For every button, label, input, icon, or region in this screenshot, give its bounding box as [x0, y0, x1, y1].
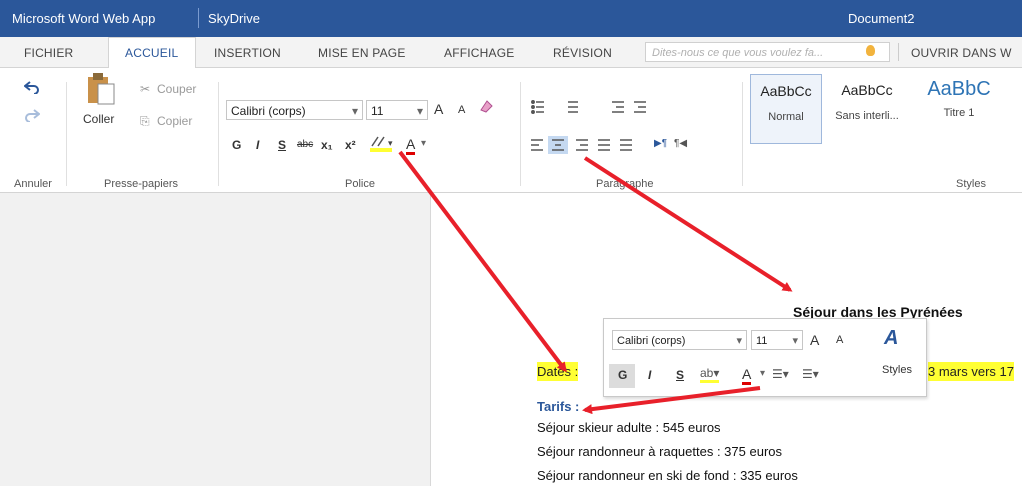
style-titre-1[interactable]: AaBbC Titre 1 — [914, 74, 1004, 142]
group-label-presse-papiers: Presse-papiers — [104, 178, 178, 190]
title-bar: Microsoft Word Web App SkyDrive Document… — [0, 0, 1022, 37]
font-name-value: Calibri (corps) — [617, 335, 686, 347]
chevron-down-icon[interactable]: ▾ — [421, 138, 426, 149]
style-sample: AaBbCc — [760, 83, 812, 99]
font-size-value: 11 — [371, 104, 384, 118]
font-color-button[interactable]: A — [742, 366, 752, 385]
left-margin-area — [0, 193, 430, 486]
tab-insertion[interactable]: INSERTION — [214, 46, 281, 60]
clear-format-icon[interactable] — [478, 98, 494, 114]
mini-size-dropdown[interactable]: 11 ▾ — [751, 330, 803, 350]
tell-me-search[interactable]: Dites-nous ce que vous voulez fa... — [645, 42, 890, 62]
group-divider — [520, 82, 521, 186]
copy-button[interactable]: Copier — [157, 114, 192, 128]
font-size-value: 11 — [756, 335, 768, 347]
alignment-buttons-icon[interactable] — [528, 136, 648, 154]
tarif-line: Séjour skieur adulte : 545 euros — [537, 420, 721, 435]
bold-button[interactable]: G — [232, 138, 241, 152]
underline-button[interactable]: S — [278, 138, 286, 152]
group-label-police: Police — [345, 178, 375, 190]
tab-affichage[interactable]: AFFICHAGE — [444, 46, 514, 60]
group-divider — [742, 82, 743, 186]
redo-icon[interactable] — [24, 108, 40, 122]
font-size-dropdown[interactable]: 11 ▾ — [366, 100, 428, 120]
shrink-font-button[interactable]: A — [836, 334, 843, 346]
styles-icon[interactable]: A — [884, 327, 898, 350]
tab-accueil[interactable]: ACCUEIL — [125, 46, 178, 60]
copy-icon[interactable]: ⎘ — [140, 114, 150, 129]
dates-label: Dates : — [537, 362, 579, 381]
grow-font-button[interactable]: A — [434, 101, 443, 117]
subscript-button[interactable]: x₁ — [321, 138, 333, 152]
cut-icon[interactable]: ✂ — [140, 82, 150, 96]
style-name: Sans interli... — [835, 110, 899, 122]
title-divider — [198, 8, 199, 28]
tab-revision[interactable]: RÉVISION — [553, 46, 612, 60]
group-divider — [218, 82, 219, 186]
undo-icon[interactable] — [24, 80, 40, 94]
chevron-down-icon: ▾ — [416, 104, 423, 118]
tab-divider — [898, 43, 899, 61]
font-name-dropdown[interactable]: Calibri (corps) ▾ — [226, 100, 363, 120]
style-sample: AaBbC — [927, 78, 991, 100]
rtl-icon[interactable]: ¶◀ — [674, 138, 687, 149]
tab-mise-en-page[interactable]: MISE EN PAGE — [318, 46, 406, 60]
group-label-paragraphe: Paragraphe — [596, 178, 654, 190]
paste-label[interactable]: Coller — [83, 112, 114, 126]
chevron-down-icon: ▾ — [736, 335, 742, 347]
bold-button[interactable]: G — [618, 368, 627, 382]
style-normal[interactable]: AaBbCc Normal — [750, 74, 822, 144]
strikethrough-button[interactable]: abc — [297, 139, 313, 150]
style-sample: AaBbCc — [841, 82, 893, 98]
font-name-value: Calibri (corps) — [231, 104, 306, 118]
mini-toolbar: Calibri (corps) ▾ 11 ▾ A A A G I S ab▾ A ▾… — [603, 318, 927, 397]
bullets-icon[interactable]: ☰▾ — [772, 367, 789, 381]
ltr-icon[interactable]: ▶¶ — [654, 138, 667, 149]
document-name: Document2 — [848, 11, 915, 26]
tarif-line: Séjour randonneur à raquettes : 375 euro… — [537, 444, 783, 459]
highlight-icon[interactable]: ab▾ — [700, 366, 720, 383]
tab-fichier[interactable]: FICHIER — [24, 46, 73, 60]
style-sans-interligne[interactable]: AaBbCc Sans interli... — [826, 74, 908, 142]
svg-text:▾: ▾ — [388, 139, 393, 149]
superscript-button[interactable]: x² — [345, 138, 356, 152]
skydrive-link[interactable]: SkyDrive — [208, 11, 260, 26]
group-divider — [66, 82, 67, 186]
italic-button[interactable]: I — [256, 138, 259, 152]
chevron-down-icon[interactable]: ▾ — [760, 368, 765, 379]
highlight-icon[interactable]: ▾ — [368, 134, 398, 154]
numbering-icon[interactable]: ☰▾ — [802, 367, 819, 381]
open-in-word-button[interactable]: OUVRIR DANS W — [911, 46, 1012, 60]
mini-font-dropdown[interactable]: Calibri (corps) ▾ — [612, 330, 747, 350]
shrink-font-button[interactable]: A — [458, 104, 465, 116]
dates-text: 3 mars vers 17 — [928, 362, 1014, 381]
cut-button[interactable]: Couper — [157, 82, 196, 96]
underline-button[interactable]: S — [676, 368, 684, 382]
chevron-down-icon: ▾ — [351, 104, 358, 118]
italic-button[interactable]: I — [648, 368, 651, 382]
style-name: Normal — [768, 111, 804, 123]
grow-font-button[interactable]: A — [810, 332, 819, 348]
paste-icon[interactable] — [86, 72, 116, 106]
ribbon: Annuler Coller ✂ Couper ⎘ Copier Presse-… — [0, 68, 1022, 193]
group-label-annuler: Annuler — [14, 178, 52, 190]
styles-button[interactable]: Styles — [882, 364, 912, 376]
list-buttons-icon[interactable] — [530, 98, 670, 114]
style-name: Titre 1 — [943, 107, 975, 119]
font-color-button[interactable]: A — [406, 136, 416, 155]
lightbulb-icon — [866, 45, 875, 56]
group-label-styles: Styles — [956, 178, 986, 190]
app-name: Microsoft Word Web App — [12, 11, 156, 26]
tarif-line: Séjour randonneur en ski de fond : 335 e… — [537, 468, 798, 483]
chevron-down-icon: ▾ — [792, 335, 798, 347]
tarifs-heading: Tarifs : — [537, 399, 580, 414]
